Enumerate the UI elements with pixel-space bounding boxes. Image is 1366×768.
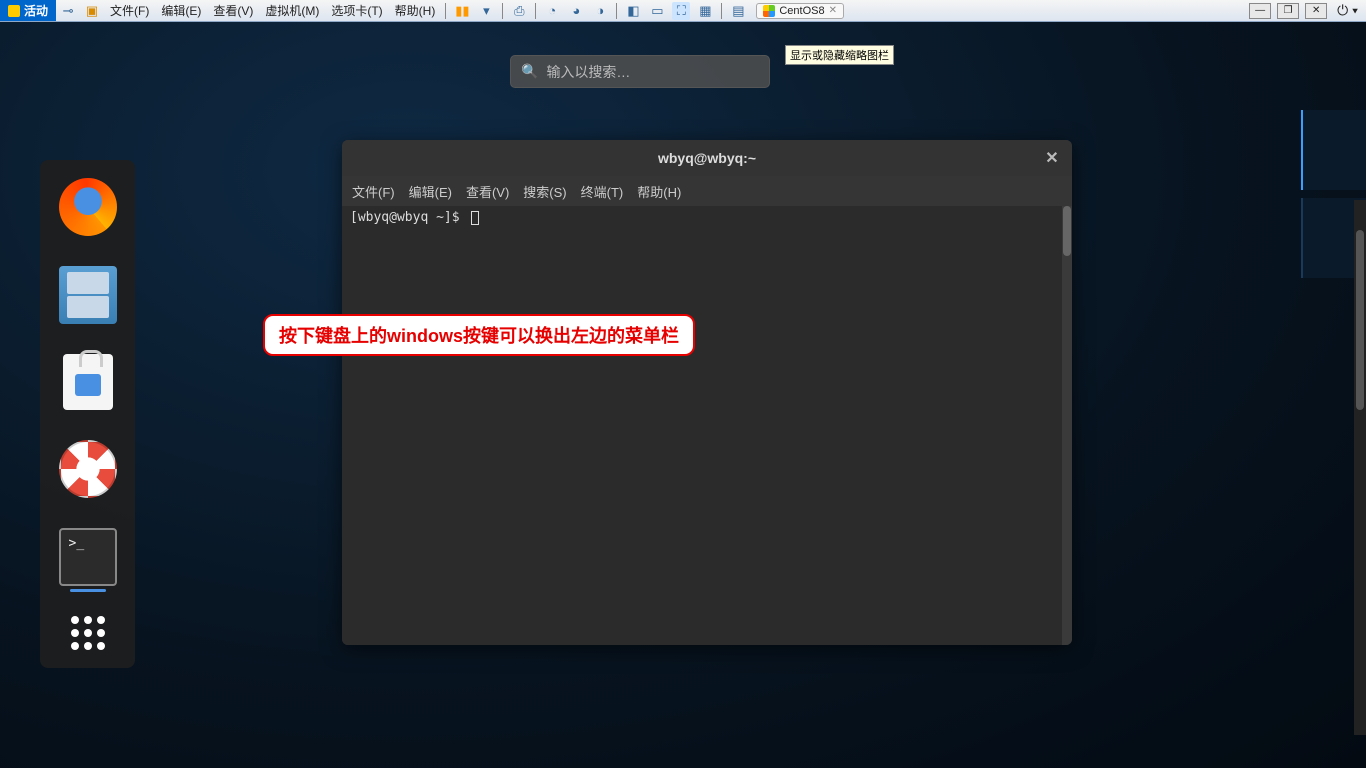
power-icon[interactable]: ⏻ ▾	[1333, 2, 1362, 19]
centos-icon	[763, 5, 775, 17]
activity-icon	[8, 5, 20, 17]
close-button[interactable]: ✕	[1305, 3, 1327, 19]
search-icon: 🔍	[521, 63, 538, 80]
maximize-button[interactable]: ❐	[1277, 3, 1299, 19]
term-menu-search[interactable]: 搜索(S)	[523, 182, 566, 201]
software-center-icon[interactable]	[63, 354, 113, 410]
vmware-toolbar: 活动 ⊸ ▣ 文件(F) 编辑(E) 查看(V) 虚拟机(M) 选项卡(T) 帮…	[0, 0, 1366, 22]
send-cad-icon[interactable]: ⎙	[510, 2, 528, 20]
snapshot2-icon[interactable]: ◕	[567, 2, 585, 20]
divider	[616, 3, 617, 19]
annotation-callout: 按下键盘上的windows按键可以换出左边的菜单栏	[263, 314, 695, 356]
fullscreen-icon[interactable]: ⛶	[672, 2, 690, 20]
snapshot-icon[interactable]: ◔	[543, 2, 561, 20]
pause-icon[interactable]: ▮▮	[453, 2, 471, 20]
pin-icon[interactable]: ⊸	[59, 2, 77, 20]
close-icon[interactable]: ✕	[1042, 148, 1062, 168]
library-icon[interactable]: ▤	[729, 2, 747, 20]
dock	[40, 160, 135, 668]
terminal-scrollbar[interactable]	[1062, 206, 1072, 645]
snapshot3-icon[interactable]: ◑	[591, 2, 609, 20]
activity-label: 活动	[24, 2, 48, 19]
tooltip: 显示或隐藏缩略图栏	[785, 45, 894, 65]
active-indicator	[70, 589, 106, 592]
cursor	[471, 211, 479, 225]
terminal-body[interactable]: [wbyq@wbyq ~]$	[342, 206, 1072, 645]
divider	[445, 3, 446, 19]
dropdown-icon[interactable]: ▾	[477, 2, 495, 20]
divider	[535, 3, 536, 19]
term-menu-file[interactable]: 文件(F)	[352, 182, 395, 201]
window-controls: — ❐ ✕ ⏻ ▾	[1249, 2, 1366, 19]
unity-icon[interactable]: ◧	[624, 2, 642, 20]
vm-tab[interactable]: CentOS8 ✕	[756, 3, 844, 19]
minimize-button[interactable]: —	[1249, 3, 1271, 19]
show-apps-button[interactable]	[71, 616, 105, 650]
terminal-title: wbyq@wbyq:~	[658, 150, 756, 166]
divider	[502, 3, 503, 19]
search-input[interactable]: 🔍 输入以搜索…	[510, 55, 770, 88]
firefox-icon[interactable]	[59, 178, 117, 236]
menu-view[interactable]: 查看(V)	[207, 2, 259, 19]
terminal-menubar: 文件(F) 编辑(E) 查看(V) 搜索(S) 终端(T) 帮助(H)	[342, 176, 1072, 206]
files-icon[interactable]	[59, 266, 117, 324]
menu-tabs[interactable]: 选项卡(T)	[325, 2, 388, 19]
help-icon[interactable]	[59, 440, 117, 498]
terminal-icon[interactable]	[59, 528, 117, 586]
thumbnail-scrollbar[interactable]	[1354, 200, 1366, 735]
seamless-icon[interactable]: ▦	[696, 2, 714, 20]
terminal-titlebar[interactable]: wbyq@wbyq:~ ✕	[342, 140, 1072, 176]
menu-vm[interactable]: 虚拟机(M)	[259, 2, 325, 19]
menu-help[interactable]: 帮助(H)	[389, 2, 442, 19]
divider	[721, 3, 722, 19]
term-menu-terminal[interactable]: 终端(T)	[581, 182, 624, 201]
menu-file[interactable]: 文件(F)	[104, 2, 155, 19]
tab-close-icon[interactable]: ✕	[829, 5, 837, 16]
menu-edit[interactable]: 编辑(E)	[155, 2, 207, 19]
vm-tab-label: CentOS8	[779, 5, 824, 17]
term-menu-view[interactable]: 查看(V)	[466, 182, 509, 201]
workspace-thumb-1[interactable]	[1301, 110, 1366, 190]
activity-button[interactable]: 活动	[0, 0, 56, 21]
term-menu-help[interactable]: 帮助(H)	[637, 182, 681, 201]
terminal-window: wbyq@wbyq:~ ✕ 文件(F) 编辑(E) 查看(V) 搜索(S) 终端…	[342, 140, 1072, 645]
term-menu-edit[interactable]: 编辑(E)	[409, 182, 452, 201]
search-placeholder: 输入以搜索…	[546, 62, 630, 82]
terminal-prompt: [wbyq@wbyq ~]$	[350, 210, 460, 225]
home-icon[interactable]: ▣	[83, 2, 101, 20]
console-icon[interactable]: ▭	[648, 2, 666, 20]
